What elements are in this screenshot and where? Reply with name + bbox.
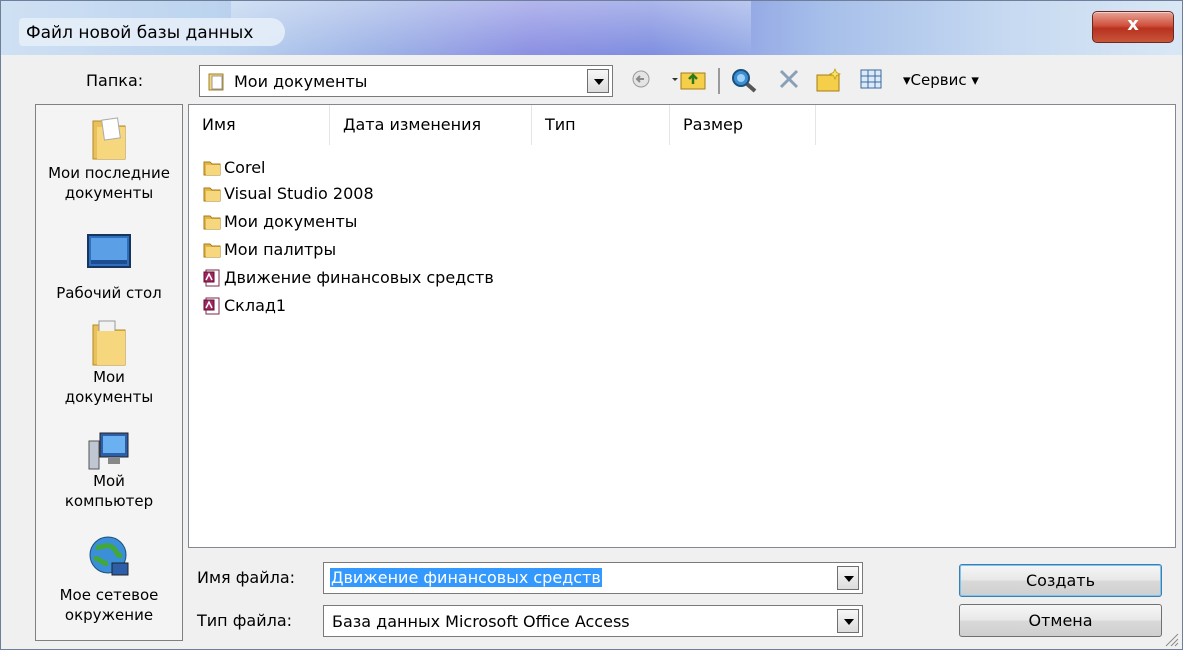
window-title: Файл новой базы данных [26,23,254,43]
column-header-name[interactable]: Имя [189,105,330,145]
folder-combo-value: Мои документы [234,72,368,91]
item-name: Мои документы [224,212,358,231]
place-my-computer[interactable]: Мой компьютер [36,431,182,511]
create-button[interactable]: Создать [959,564,1162,597]
item-name: Мои палитры [224,240,337,259]
place-label: Мой [93,472,125,490]
recent-folder-icon [87,113,131,163]
folder-icon [203,241,221,264]
folder-dropdown-button[interactable] [587,69,609,93]
my-computer-icon [86,431,132,471]
item-name: Visual Studio 2008 [224,184,374,203]
title-glow [231,1,751,55]
place-label: Мои последние [48,164,170,182]
place-label: документы [64,184,154,202]
folder-icon [203,185,221,208]
filetype-combo[interactable]: База данных Microsoft Office Access [323,605,863,637]
item-name: Движение финансовых средств [224,268,494,287]
column-header-size[interactable]: Размер [670,105,816,145]
place-label: документы [64,388,154,406]
folder-combo-icon [208,72,226,96]
file-dialog-window: Файл новой базы данных x Папка: Мои доку… [0,0,1183,650]
back-icon[interactable] [631,67,651,95]
place-network[interactable]: Мое сетевое окружение [36,533,182,625]
filetype-label: Тип файла: [197,611,293,630]
my-documents-icon [87,319,131,367]
access-db-icon [203,269,221,293]
folder-label: Папка: [86,71,144,90]
filename-dropdown-button[interactable] [837,566,859,590]
filename-label: Имя файла: [197,568,296,587]
close-button[interactable]: x [1092,11,1174,43]
column-header-date[interactable]: Дата изменения [330,105,532,145]
folder-icon [203,159,221,182]
place-label: компьютер [64,492,154,510]
title-bar[interactable]: Файл новой базы данных x [1,1,1182,55]
access-db-icon [203,297,221,321]
places-bar: Мои последние документы Рабочий стол Мои… [35,104,183,641]
item-name: Corel [224,158,266,177]
service-menu[interactable]: ▾Сервис ▾ [903,71,979,89]
filetype-value: База данных Microsoft Office Access [332,612,630,631]
filename-combo[interactable]: Движение финансовых средств [323,562,863,594]
search-web-icon[interactable] [729,67,759,97]
place-label: окружение [64,606,154,624]
file-list[interactable]: Имя Дата изменения Тип Размер Corel Visu… [188,104,1176,548]
network-icon [86,533,132,581]
folder-icon [203,213,221,236]
delete-icon[interactable] [777,67,801,95]
folder-combo[interactable]: Мои документы [199,65,613,97]
column-header-type[interactable]: Тип [532,105,670,145]
resize-grip-icon[interactable] [1163,631,1179,651]
views-icon[interactable] [859,67,883,95]
item-name: Склад1 [224,296,287,315]
toolbar-separator [718,68,720,94]
filetype-dropdown-button[interactable] [837,609,859,633]
file-list-header: Имя Дата изменения Тип Размер [189,105,1175,145]
close-icon: x [1127,14,1139,35]
place-label: Рабочий стол [56,284,162,302]
place-recent[interactable]: Мои последние документы [36,105,182,203]
desktop-icon [86,233,132,273]
new-folder-icon[interactable] [815,67,843,97]
cancel-button[interactable]: Отмена [959,604,1162,637]
place-label: Мои [93,368,125,386]
place-desktop[interactable]: Рабочий стол [36,233,182,303]
place-my-documents[interactable]: Мои документы [36,319,182,407]
place-label: Мое сетевое [59,586,159,604]
up-folder-icon[interactable] [670,67,710,95]
filename-input[interactable]: Движение финансовых средств [330,568,602,587]
